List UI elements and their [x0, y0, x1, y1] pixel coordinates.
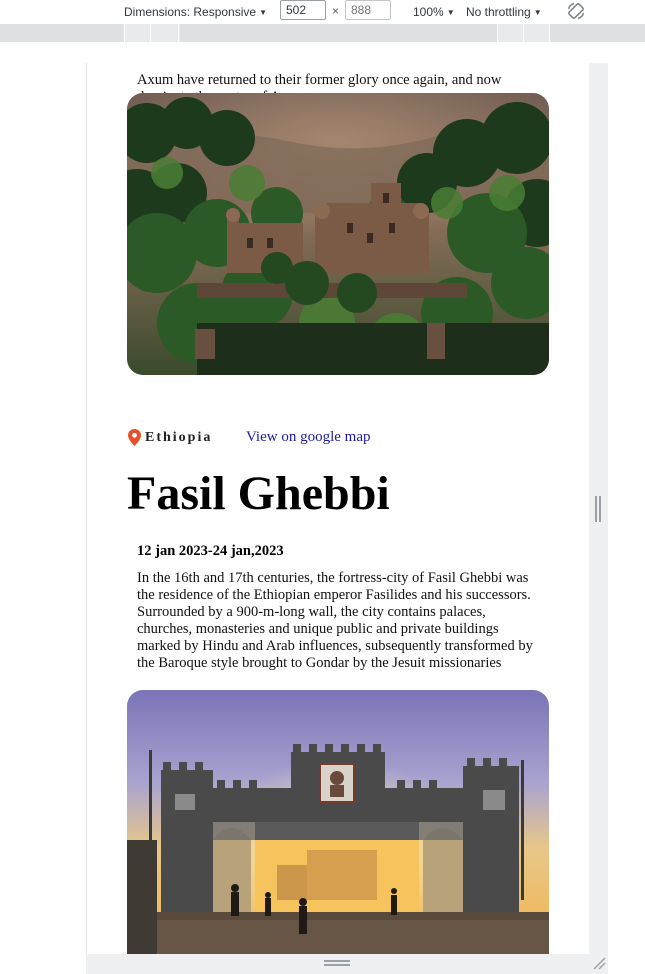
times-icon: × [332, 4, 340, 18]
media-query-ruler [0, 24, 645, 42]
resize-handle-icon[interactable] [592, 956, 606, 970]
castle-photo [127, 93, 549, 375]
google-map-link[interactable]: View on google map [246, 429, 371, 446]
rotate-icon[interactable] [566, 1, 586, 21]
location-row: Ethiopia View on google map [128, 428, 548, 448]
zoom-label: 100% [413, 5, 444, 19]
place-description: In the 16th and 17th centuries, the fort… [137, 570, 533, 671]
dimensions-dropdown[interactable]: Dimensions: Responsive ▼ [124, 5, 267, 19]
chevron-down-icon: ▼ [259, 8, 267, 17]
chevron-down-icon: ▼ [533, 8, 542, 17]
country-label: Ethiopia [145, 430, 213, 445]
dimensions-label: Dimensions: Responsive [124, 5, 257, 19]
location-pin-icon [128, 429, 141, 446]
date-range: 12 jan 2023-24 jan,2023 [137, 543, 284, 559]
bottom-drag-handle[interactable] [324, 960, 350, 966]
width-input[interactable] [280, 0, 326, 20]
throttling-dropdown[interactable]: No throttling ▼ [466, 5, 542, 19]
gate-photo [127, 690, 549, 954]
device-toolbar: Dimensions: Responsive▼ × 100%▼ No throt… [0, 0, 645, 24]
throttling-label: No throttling [466, 5, 531, 19]
place-title: Fasil Ghebbi [127, 467, 390, 520]
zoom-dropdown[interactable]: 100% ▼ [413, 5, 455, 19]
emulated-page: Axum have returned to their former glory… [86, 63, 589, 954]
height-input[interactable] [345, 0, 391, 20]
right-drag-handle[interactable] [595, 496, 601, 522]
chevron-down-icon: ▼ [446, 8, 455, 17]
